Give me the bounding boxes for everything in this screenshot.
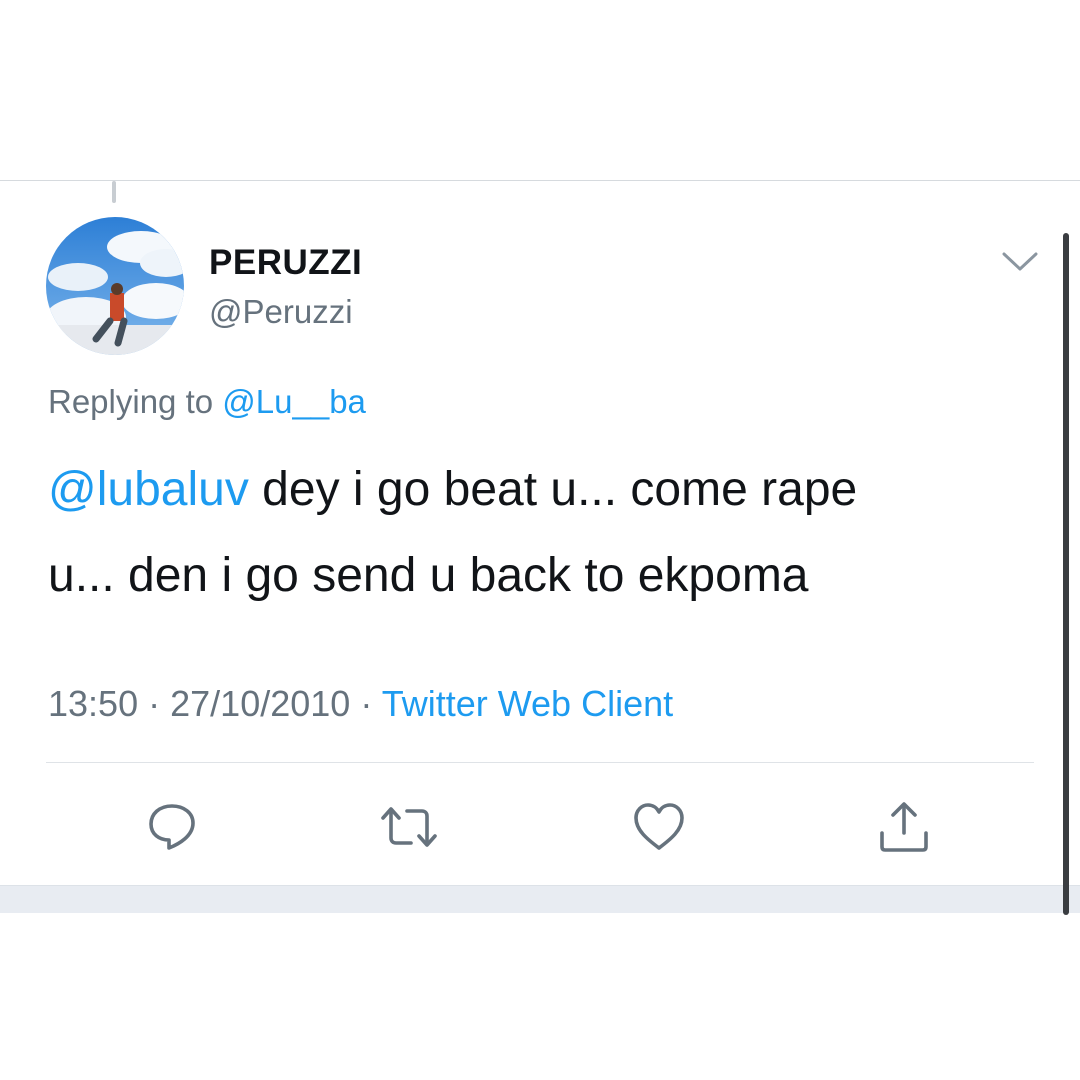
tweet-time: 13:50 [48, 683, 139, 724]
tweet-detail-view: PERUZZI @Peruzzi Replying to @Lu__ba @lu… [0, 180, 1080, 915]
tweet-text-line-2: u... den i go send u back to ekpoma [48, 549, 809, 602]
tweet-text: @lubaluv dey i go beat u... come rape u.… [48, 447, 1028, 619]
like-icon [634, 803, 684, 850]
thread-connector-line [112, 181, 116, 203]
meta-separator-1: · [148, 683, 161, 724]
action-divider [46, 762, 1034, 763]
replying-to-label: Replying to [48, 383, 214, 420]
reply-icon [149, 804, 195, 850]
screenshot-frame: PERUZZI @Peruzzi Replying to @Lu__ba @lu… [0, 0, 1080, 1080]
tweet-date: 27/10/2010 [170, 683, 351, 724]
share-icon [880, 802, 928, 852]
replying-to-line: Replying to @Lu__ba [48, 383, 366, 421]
retweet-button[interactable] [379, 797, 439, 857]
tweet-text-line-1: dey i go beat u... come rape [248, 463, 858, 516]
chevron-down-icon[interactable] [1000, 249, 1040, 275]
share-button[interactable] [874, 797, 934, 857]
tweet-metadata: 13:50 · 27/10/2010 · Twitter Web Client [48, 683, 673, 725]
user-handle[interactable]: @Peruzzi [209, 293, 353, 331]
avatar[interactable] [46, 217, 184, 355]
retweet-icon [381, 807, 437, 847]
replying-to-mention-link[interactable]: @Lu__ba [222, 383, 366, 420]
avatar-image [46, 217, 184, 355]
tweet-mention-link[interactable]: @lubaluv [48, 463, 249, 516]
tweet-source-link[interactable]: Twitter Web Client [382, 683, 673, 724]
scrollbar[interactable] [1063, 233, 1069, 915]
next-tweet-separator [0, 885, 1080, 913]
meta-separator-2: · [360, 683, 373, 724]
reply-button[interactable] [142, 797, 202, 857]
like-button[interactable] [629, 797, 689, 857]
display-name[interactable]: PERUZZI [209, 243, 362, 283]
